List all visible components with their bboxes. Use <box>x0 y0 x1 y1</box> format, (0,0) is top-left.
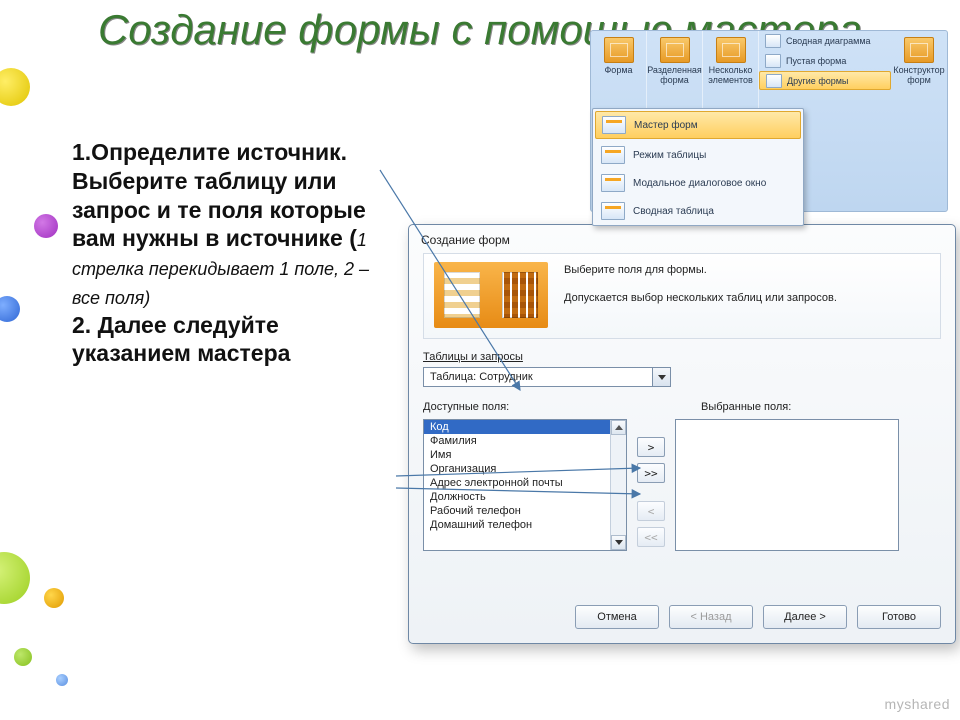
flyout-label: Модальное диалоговое окно <box>633 178 766 189</box>
ribbon-label: Несколько элементов <box>705 65 756 85</box>
ribbon-label: Пустая форма <box>786 56 846 66</box>
chevron-up-icon <box>615 425 623 430</box>
dialog-title: Создание форм <box>409 225 955 253</box>
wizard-icon <box>602 116 626 134</box>
deco-circle <box>0 68 30 106</box>
datasheet-icon <box>601 146 625 164</box>
list-item[interactable]: Должность <box>424 490 626 504</box>
move-one-right-button[interactable]: > <box>637 437 665 457</box>
flyout-item-datasheet[interactable]: Режим таблицы <box>593 141 803 169</box>
chevron-down-icon <box>615 540 623 545</box>
ribbon-label: Другие формы <box>787 76 848 86</box>
ribbon-label: Конструктор форм <box>893 65 945 85</box>
deco-circle <box>14 648 32 666</box>
list-item[interactable]: Организация <box>424 462 626 476</box>
selected-fields-listbox[interactable] <box>675 419 899 551</box>
deco-circle <box>0 296 20 322</box>
deco-circle <box>34 214 58 238</box>
pivot-chart-icon <box>765 34 781 48</box>
more-forms-icon <box>766 74 782 88</box>
watermark: myshared <box>885 696 950 712</box>
list-item[interactable]: Адрес электронной почты <box>424 476 626 490</box>
instruction-step-1: 1.Определите источник. Выберите таблицу … <box>72 139 366 251</box>
tables-queries-label: Таблицы и запросы <box>423 351 941 363</box>
scroll-down-button[interactable] <box>611 535 626 550</box>
deco-circle <box>44 588 64 608</box>
flyout-label: Сводная таблица <box>633 206 714 217</box>
combo-value: Таблица: Сотрудник <box>424 371 652 383</box>
list-item[interactable]: Домашний телефон <box>424 518 626 532</box>
blank-form-icon <box>765 54 781 68</box>
available-fields-label: Доступные поля: <box>423 401 643 413</box>
ribbon-label: Сводная диаграмма <box>786 36 871 46</box>
chevron-down-icon <box>658 375 666 380</box>
form-design-icon <box>904 37 934 63</box>
wizard-banner-icon <box>434 262 548 328</box>
ribbon-label: Разделенная форма <box>647 65 702 85</box>
next-button[interactable]: Далее > <box>763 605 847 629</box>
instruction-text: 1.Определите источник. Выберите таблицу … <box>72 138 400 368</box>
list-item[interactable]: Рабочий телефон <box>424 504 626 518</box>
combo-dropdown-button[interactable] <box>652 368 670 386</box>
ribbon-button-split-form[interactable]: Разделенная форма <box>647 31 703 111</box>
dialog-banner: Выберите поля для формы. Допускается выб… <box>423 253 941 339</box>
flyout-item-modal-dialog[interactable]: Модальное диалоговое окно <box>593 169 803 197</box>
flyout-label: Режим таблицы <box>633 150 706 161</box>
list-item[interactable]: Фамилия <box>424 434 626 448</box>
ribbon-button-pivot-chart[interactable]: Сводная диаграмма <box>759 31 891 51</box>
ribbon-button-blank-form[interactable]: Пустая форма <box>759 51 891 71</box>
modal-dialog-icon <box>601 174 625 192</box>
tables-queries-combobox[interactable]: Таблица: Сотрудник <box>423 367 671 387</box>
scrollbar[interactable] <box>610 420 626 550</box>
move-all-right-button[interactable]: >> <box>637 463 665 483</box>
split-form-icon <box>660 37 690 63</box>
ribbon-button-multiple-items[interactable]: Несколько элементов <box>703 31 759 111</box>
banner-line-2: Допускается выбор нескольких таблиц или … <box>564 290 837 308</box>
ribbon-button-more-forms[interactable]: Другие формы <box>759 71 891 90</box>
deco-circle <box>0 552 30 604</box>
flyout-item-form-wizard[interactable]: Мастер форм <box>595 111 801 139</box>
pivot-table-icon <box>601 202 625 220</box>
selected-fields-label: Выбранные поля: <box>701 401 921 413</box>
deco-circle <box>56 674 68 686</box>
back-button[interactable]: < Назад <box>669 605 753 629</box>
scroll-up-button[interactable] <box>611 420 626 435</box>
form-wizard-dialog: Создание форм Выберите поля для формы. Д… <box>408 224 956 644</box>
available-fields-listbox[interactable]: Код Фамилия Имя Организация Адрес электр… <box>423 419 627 551</box>
ribbon-button-form[interactable]: Форма <box>591 31 647 111</box>
list-item[interactable]: Имя <box>424 448 626 462</box>
finish-button[interactable]: Готово <box>857 605 941 629</box>
flyout-label: Мастер форм <box>634 120 698 131</box>
ribbon-button-form-design[interactable]: Конструктор форм <box>891 31 947 111</box>
more-forms-flyout: Мастер форм Режим таблицы Модальное диал… <box>592 108 804 226</box>
move-one-left-button[interactable]: < <box>637 501 665 521</box>
instruction-step-2: 2. Далее следуйте указанием мастера <box>72 312 290 367</box>
ribbon-label: Форма <box>604 65 632 75</box>
cancel-button[interactable]: Отмена <box>575 605 659 629</box>
multi-items-icon <box>716 37 746 63</box>
flyout-item-pivot-table[interactable]: Сводная таблица <box>593 197 803 225</box>
form-icon <box>604 37 634 63</box>
list-item[interactable]: Код <box>424 420 626 434</box>
move-all-left-button[interactable]: << <box>637 527 665 547</box>
banner-line-1: Выберите поля для формы. <box>564 262 837 280</box>
